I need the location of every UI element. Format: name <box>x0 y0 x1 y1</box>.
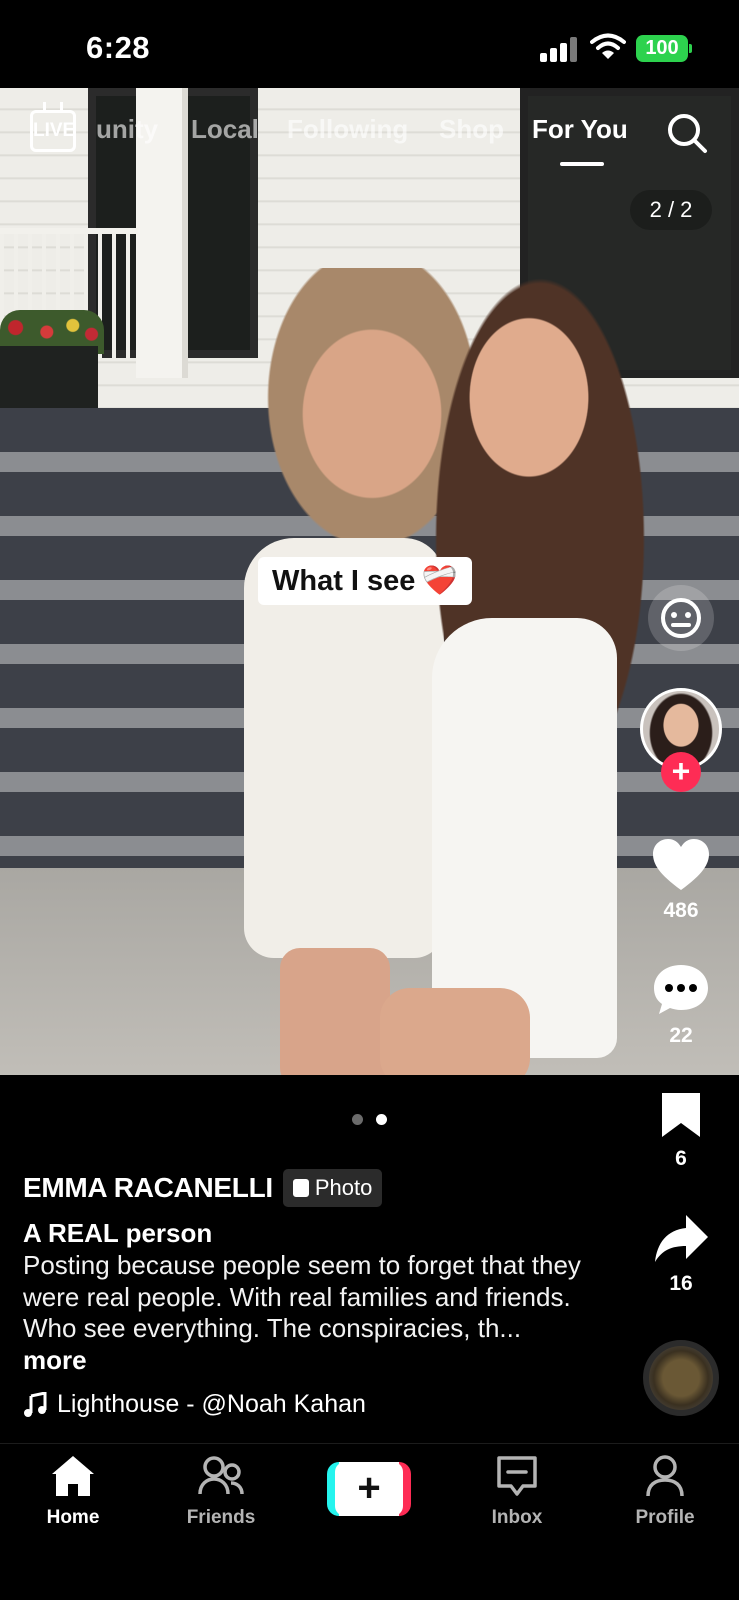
nav-inbox-label: Inbox <box>491 1507 543 1528</box>
comment-button[interactable]: 22 <box>646 963 716 1048</box>
post-description[interactable]: Posting because people seem to forget th… <box>23 1250 583 1376</box>
bookmark-icon <box>662 1093 700 1137</box>
more-link[interactable]: more <box>23 1345 87 1375</box>
tab-following[interactable]: Following <box>287 114 408 145</box>
home-icon <box>52 1456 94 1496</box>
friends-icon <box>198 1456 244 1495</box>
post-title: A REAL person <box>23 1218 213 1248</box>
heart-icon <box>653 839 709 890</box>
emoji-reaction-button[interactable] <box>648 585 714 651</box>
battery-nub <box>689 44 692 53</box>
like-count: 486 <box>663 899 699 922</box>
create-plus-icon: + <box>335 1462 403 1516</box>
follow-button[interactable]: + <box>661 752 701 792</box>
share-count: 16 <box>669 1272 693 1295</box>
photo-badge: Photo <box>282 1169 383 1207</box>
carousel-indicator <box>352 1114 392 1126</box>
planter <box>0 346 98 410</box>
save-button[interactable]: 6 <box>646 1090 716 1171</box>
tab-for-you[interactable]: For You <box>532 114 628 145</box>
sticker-text: What I see <box>272 565 416 597</box>
mending-heart-icon: ❤️‍🩹 <box>421 565 458 597</box>
status-time: 6:28 <box>86 30 151 65</box>
comment-count: 22 <box>669 1024 693 1047</box>
like-button[interactable]: 486 <box>646 838 716 923</box>
save-count: 6 <box>675 1147 687 1170</box>
create-button[interactable]: + <box>327 1462 411 1516</box>
legs-right <box>380 988 530 1075</box>
sound-link[interactable]: Lighthouse - @Noah Kahan <box>23 1390 366 1419</box>
nav-profile[interactable]: Profile <box>605 1454 725 1529</box>
carousel-dot-2 <box>376 1114 387 1125</box>
active-tab-indicator <box>560 162 604 166</box>
emoji-face-icon <box>661 598 701 638</box>
photo-badge-label: Photo <box>314 1175 373 1200</box>
sound-title: Lighthouse - @Noah Kahan <box>57 1390 366 1418</box>
sound-disc-icon[interactable] <box>643 1340 719 1416</box>
status-bar: 6:28 100 <box>0 0 739 92</box>
photo-stack-icon <box>292 1179 309 1197</box>
photo-page-counter: 2 / 2 <box>630 190 712 230</box>
search-icon[interactable] <box>666 112 708 154</box>
wifi-icon <box>590 33 626 59</box>
nav-inbox[interactable]: Inbox <box>457 1454 577 1529</box>
nav-profile-label: Profile <box>635 1507 695 1528</box>
tab-local[interactable]: Local <box>191 114 259 145</box>
share-icon <box>655 1215 708 1262</box>
text-sticker: What I see ❤️‍🩹 <box>258 557 472 605</box>
share-button[interactable]: 16 <box>646 1213 716 1296</box>
tab-community[interactable]: unity <box>96 114 158 145</box>
cellular-signal-icon <box>540 36 578 62</box>
author-row: EMMA RACANELLI Photo <box>23 1168 383 1208</box>
nav-home-label: Home <box>46 1507 100 1528</box>
post-body-text: Posting because people seem to forget th… <box>23 1250 581 1343</box>
nav-friends-label: Friends <box>186 1507 256 1528</box>
bottom-nav: Home Friends + Inbox Profile <box>0 1443 739 1600</box>
profile-icon <box>646 1455 684 1497</box>
battery-indicator: 100 <box>636 35 688 62</box>
live-button[interactable]: LIVE <box>30 110 76 152</box>
tab-shop[interactable]: Shop <box>439 114 504 145</box>
carousel-dot-1 <box>352 1114 363 1125</box>
top-nav: LIVE unity Local Following Shop For You <box>0 100 739 170</box>
comment-icon <box>654 965 708 1014</box>
music-note-icon <box>24 1391 47 1417</box>
inbox-icon <box>497 1456 537 1496</box>
nav-friends[interactable]: Friends <box>161 1454 281 1529</box>
author-name[interactable]: EMMA RACANELLI <box>23 1172 273 1204</box>
legs-left <box>280 948 390 1075</box>
nav-home[interactable]: Home <box>13 1454 133 1529</box>
